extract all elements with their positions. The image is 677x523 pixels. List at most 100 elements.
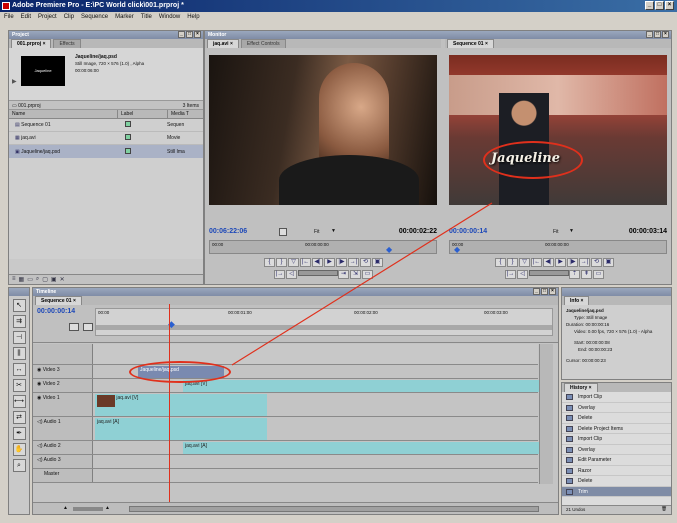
source-current-timecode[interactable]: 00:06:22:06 — [209, 228, 247, 235]
history-item[interactable]: Delete — [562, 413, 671, 424]
timeline-current-timecode[interactable]: 00:00:00:14 — [37, 308, 75, 315]
work-area-bar[interactable] — [96, 325, 552, 330]
clip-audio-2[interactable]: jaq.avi [A] — [183, 442, 543, 454]
speaker-icon[interactable]: ◁) — [37, 457, 43, 463]
label-color-swatch[interactable] — [125, 134, 131, 140]
menu-clip[interactable]: Clip — [64, 14, 74, 20]
panel-close-button[interactable]: × — [662, 31, 669, 38]
menu-edit[interactable]: Edit — [21, 14, 31, 20]
history-item[interactable]: Overlay — [562, 445, 671, 455]
zoom-slider[interactable] — [73, 507, 103, 511]
tab-source-clip[interactable]: jaq.avi × — [207, 39, 239, 48]
mark-in-button[interactable]: { — [264, 258, 275, 267]
tab-effect-controls[interactable]: Effect Controls — [240, 39, 286, 48]
ripple-edit-tool-icon[interactable]: ⊣ — [12, 331, 26, 344]
razor-tool-icon[interactable]: ✂ — [12, 379, 26, 392]
list-item[interactable]: ▦ jaq.avi Movie — [9, 132, 203, 145]
panel-maximize-button[interactable]: □ — [186, 31, 193, 38]
history-item[interactable]: Edit Parameter — [562, 455, 671, 466]
program-fit-dropdown[interactable]: Fit — [553, 229, 559, 235]
column-label[interactable]: Label — [117, 110, 167, 118]
vertical-scrollbar[interactable] — [539, 344, 553, 484]
panel-maximize-button[interactable]: □ — [654, 31, 661, 38]
slide-tool-icon[interactable]: ⇄ — [12, 411, 26, 424]
history-item[interactable]: Delete Project Items — [562, 424, 671, 434]
clip-video-1[interactable]: jaq.avi [V] — [95, 394, 267, 416]
icon-view-icon[interactable]: ▦ — [19, 276, 25, 283]
track-audio-3[interactable]: ◁) Audio 3 — [33, 455, 538, 469]
tab-effects[interactable]: Effects — [53, 39, 81, 48]
jog-shuttle-slider[interactable] — [529, 270, 569, 277]
panel-minimize-button[interactable]: _ — [646, 31, 653, 38]
output-button[interactable]: ▭ — [362, 270, 373, 279]
set-marker-button[interactable]: ▽ — [519, 258, 530, 267]
shuttle-left-icon[interactable]: ◁ — [286, 270, 297, 279]
safe-margins-icon[interactable]: ▣ — [372, 258, 383, 267]
source-fit-dropdown[interactable]: Fit — [314, 229, 320, 235]
panel-minimize-button[interactable]: _ — [178, 31, 185, 38]
clip-video-2[interactable]: jaq.avi [V] — [183, 380, 543, 392]
history-item[interactable]: Import Clip — [562, 434, 671, 445]
mark-out-button[interactable]: } — [507, 258, 518, 267]
zoom-tool-icon[interactable]: ⌕ — [12, 459, 26, 472]
eye-icon[interactable]: ◉ — [37, 395, 41, 401]
slip-tool-icon[interactable]: ⟷ — [12, 395, 26, 408]
go-to-out-button[interactable]: →| — [348, 258, 359, 267]
step-forward-button[interactable]: |▶ — [567, 258, 578, 267]
trash-icon[interactable]: 🗑 — [661, 506, 667, 512]
loop-button[interactable]: ⟲ — [360, 258, 371, 267]
eye-icon[interactable]: ◉ — [37, 381, 41, 387]
play-button[interactable]: ▶ — [555, 258, 566, 267]
list-item[interactable]: ▣ Jaqueline/jaq.psd Still Ima — [9, 145, 203, 158]
track-audio-1[interactable]: ◁) Audio 1 jaq.avi [A] — [33, 417, 538, 441]
panel-maximize-button[interactable]: □ — [541, 288, 548, 295]
step-back-button[interactable]: ◀| — [543, 258, 554, 267]
rate-stretch-tool-icon[interactable]: ↔ — [12, 363, 26, 376]
snap-button[interactable] — [69, 323, 79, 331]
set-marker-button[interactable]: ▽ — [288, 258, 299, 267]
track-video-1[interactable]: ◉ Video 1 jaq.avi [V] — [33, 393, 538, 417]
label-color-swatch[interactable] — [125, 121, 131, 127]
column-media-type[interactable]: Media T — [167, 110, 203, 118]
track-video-2[interactable]: ◉ Video 2 jaq.avi [V] — [33, 379, 543, 393]
play-button[interactable]: ▶ — [324, 258, 335, 267]
selection-tool-icon[interactable]: ↖ — [12, 299, 26, 312]
menu-project[interactable]: Project — [38, 14, 57, 20]
horizontal-scrollbar[interactable] — [129, 506, 539, 512]
list-view-icon[interactable]: ≡ — [12, 276, 16, 283]
extract-button[interactable]: ⇞ — [581, 270, 592, 279]
zoom-in-icon[interactable]: ▲ — [105, 505, 110, 511]
label-color-swatch[interactable] — [125, 147, 131, 154]
speaker-icon[interactable]: ◁) — [37, 443, 43, 449]
menu-sequence[interactable]: Sequence — [81, 14, 108, 20]
tab-project[interactable]: 001.prproj × — [11, 39, 52, 48]
safe-margins-icon[interactable]: ▣ — [603, 258, 614, 267]
find-icon[interactable]: ⌕ — [36, 276, 39, 283]
panel-minimize-button[interactable]: _ — [533, 288, 540, 295]
trim-button[interactable]: ▭ — [593, 270, 604, 279]
timeline-ruler[interactable]: 00:00 00:00:01:00 00:00:02:00 00:00:03:0… — [95, 308, 553, 336]
mark-in-button[interactable]: { — [495, 258, 506, 267]
chevron-down-icon[interactable]: ▼ — [569, 228, 574, 234]
history-item[interactable]: Import Clip — [562, 392, 671, 403]
menu-marker[interactable]: Marker — [115, 14, 134, 20]
step-forward-button[interactable]: |▶ — [336, 258, 347, 267]
play-in-to-out-button[interactable]: |→ — [274, 270, 285, 279]
menu-help[interactable]: Help — [187, 14, 199, 20]
automate-icon[interactable]: ▭ — [27, 276, 33, 283]
play-in-to-out-button[interactable]: |→ — [505, 270, 516, 279]
go-to-out-button[interactable]: →| — [579, 258, 590, 267]
track-audio-2[interactable]: ◁) Audio 2 jaq.avi [A] — [33, 441, 543, 455]
history-item[interactable]: Razor — [562, 466, 671, 476]
menu-file[interactable]: File — [4, 14, 14, 20]
pen-tool-icon[interactable]: ✒ — [12, 427, 26, 440]
maximize-button[interactable]: □ — [655, 1, 664, 10]
tab-sequence-program[interactable]: Sequence 01 × — [447, 39, 494, 48]
list-item[interactable]: ▤ Sequence 01 Sequen — [9, 119, 203, 132]
history-item[interactable]: Overlay — [562, 403, 671, 413]
menu-title[interactable]: Title — [141, 14, 152, 20]
new-bin-icon[interactable]: ▢ — [42, 276, 48, 283]
program-current-timecode[interactable]: 00:00:00:14 — [449, 228, 487, 235]
play-preview-icon[interactable]: ▶ — [12, 78, 17, 85]
safe-margins-button[interactable] — [279, 228, 287, 236]
